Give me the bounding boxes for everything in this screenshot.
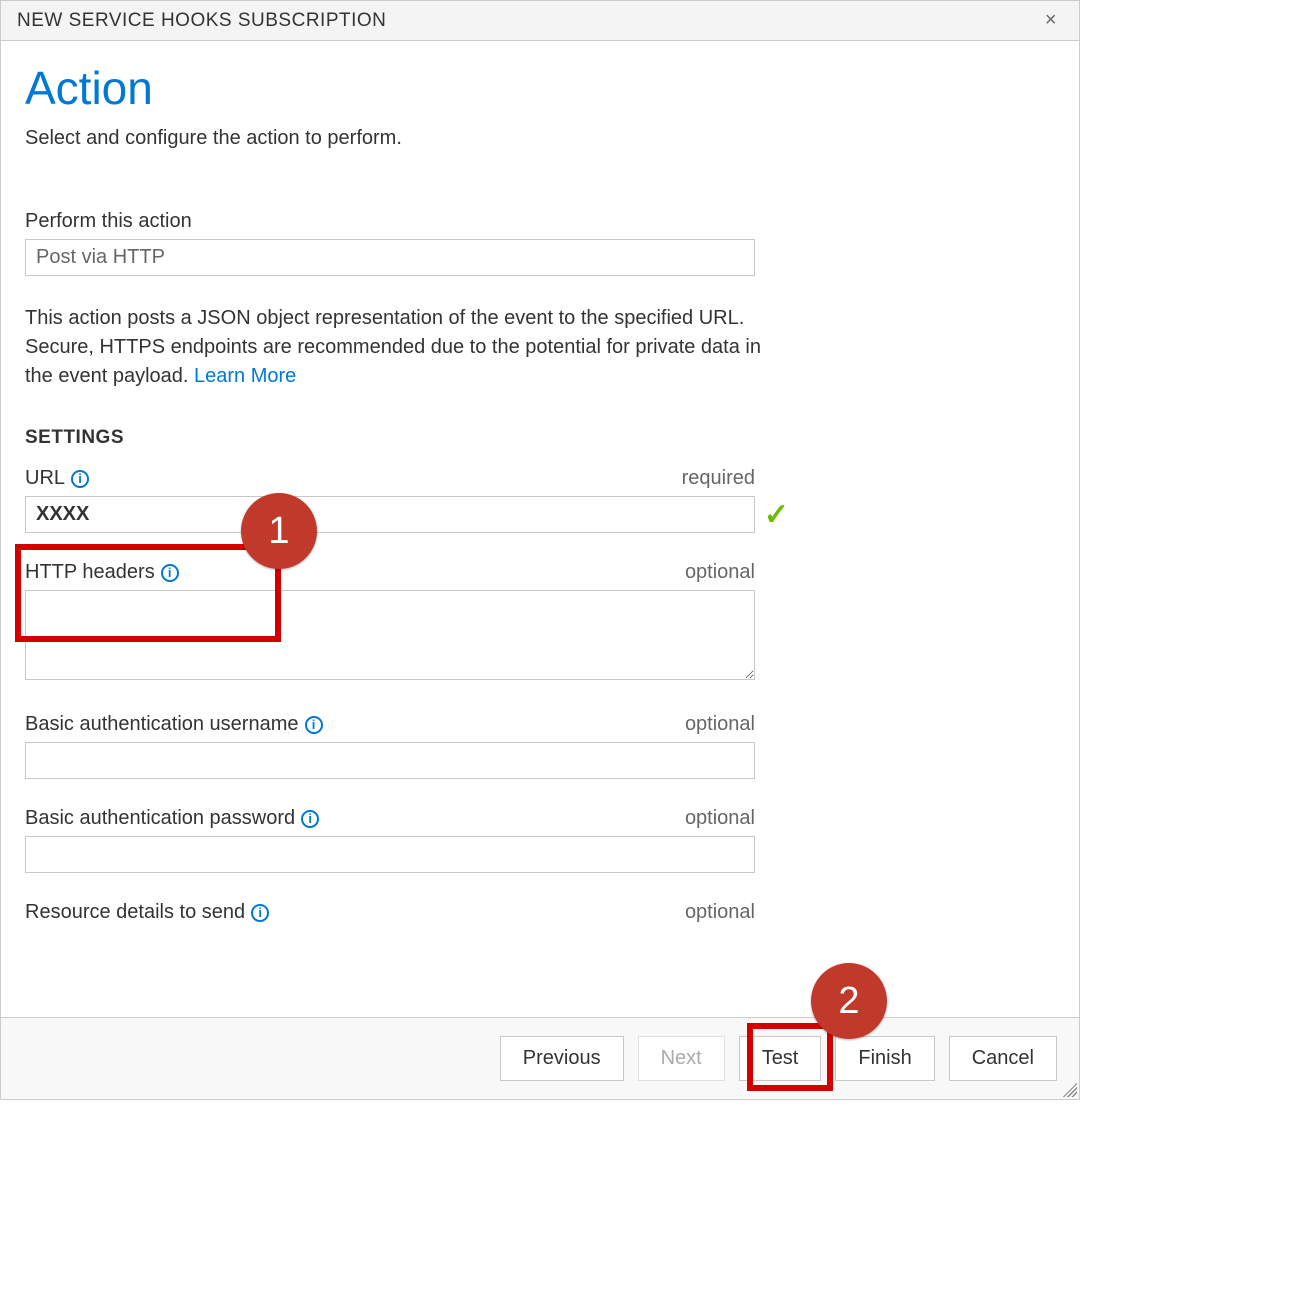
- perform-action-select[interactable]: [25, 239, 755, 276]
- page-subtitle: Select and configure the action to perfo…: [25, 127, 1055, 150]
- basic-user-label: Basic authentication username: [25, 713, 299, 736]
- field-basic-pass: Basic authentication password i optional: [25, 807, 755, 873]
- basic-user-input[interactable]: [25, 742, 755, 779]
- info-icon[interactable]: i: [305, 716, 323, 734]
- field-basic-user: Basic authentication username i optional: [25, 713, 755, 779]
- url-input[interactable]: [25, 496, 755, 533]
- basic-pass-input[interactable]: [25, 836, 755, 873]
- info-icon[interactable]: i: [71, 470, 89, 488]
- action-description-text: This action posts a JSON object represen…: [25, 307, 761, 387]
- dialog-title: NEW SERVICE HOOKS SUBSCRIPTION: [17, 10, 386, 32]
- action-description: This action posts a JSON object represen…: [25, 304, 785, 391]
- basic-pass-hint: optional: [685, 807, 755, 830]
- settings-heading: SETTINGS: [25, 427, 1055, 449]
- page-title: Action: [25, 61, 1055, 115]
- field-perform-action: Perform this action: [25, 210, 755, 276]
- info-icon[interactable]: i: [301, 810, 319, 828]
- field-resource-details: Resource details to send i optional: [25, 901, 755, 924]
- dialog-body-wrap: Action Select and configure the action t…: [1, 41, 1079, 1017]
- dialog-body[interactable]: Action Select and configure the action t…: [1, 41, 1079, 1017]
- basic-pass-label: Basic authentication password: [25, 807, 295, 830]
- field-url: URL i required ✓: [25, 467, 755, 533]
- previous-button[interactable]: Previous: [500, 1036, 624, 1081]
- resource-details-hint: optional: [685, 901, 755, 924]
- resize-grip-icon[interactable]: [1059, 1079, 1077, 1097]
- http-headers-label: HTTP headers: [25, 561, 155, 584]
- perform-action-label: Perform this action: [25, 210, 192, 233]
- field-http-headers: HTTP headers i optional: [25, 561, 755, 685]
- checkmark-icon: ✓: [764, 497, 789, 532]
- url-hint: required: [682, 467, 755, 490]
- url-label: URL: [25, 467, 65, 490]
- test-button[interactable]: Test: [739, 1036, 822, 1081]
- info-icon[interactable]: i: [161, 564, 179, 582]
- info-icon[interactable]: i: [251, 904, 269, 922]
- dialog: NEW SERVICE HOOKS SUBSCRIPTION × Action …: [0, 0, 1080, 1100]
- dialog-header: NEW SERVICE HOOKS SUBSCRIPTION ×: [1, 1, 1079, 41]
- http-headers-hint: optional: [685, 561, 755, 584]
- finish-button[interactable]: Finish: [835, 1036, 934, 1081]
- close-icon[interactable]: ×: [1039, 9, 1063, 32]
- basic-user-hint: optional: [685, 713, 755, 736]
- cancel-button[interactable]: Cancel: [949, 1036, 1057, 1081]
- resource-details-label: Resource details to send: [25, 901, 245, 924]
- dialog-footer: Previous Next Test Finish Cancel: [1, 1017, 1079, 1099]
- next-button: Next: [638, 1036, 725, 1081]
- http-headers-input[interactable]: [25, 590, 755, 680]
- learn-more-link[interactable]: Learn More: [194, 365, 296, 387]
